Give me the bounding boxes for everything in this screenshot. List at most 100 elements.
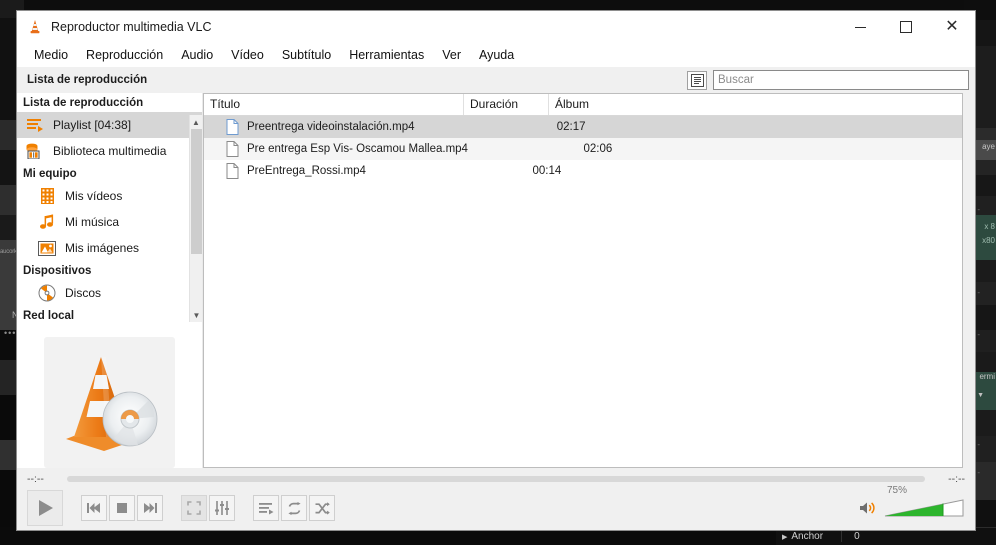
- sidebar-item-my-music-label: Mi música: [65, 215, 120, 229]
- playlist-panel: Título Duración Álbum Preentrega videoin…: [203, 93, 963, 468]
- background-right-label-2: x80: [982, 236, 995, 245]
- vlc-window: Reproductor multimedia VLC ✕ Medio Repro…: [16, 10, 976, 531]
- cell-title-text: Pre entrega Esp Vis- Oscamou Mallea.mp4: [247, 143, 468, 155]
- remaining-time: --:--: [948, 473, 965, 485]
- cell-title: Pre entrega Esp Vis- Oscamou Mallea.mp4: [204, 141, 577, 157]
- sidebar-group-my-computer: Mi equipo: [23, 168, 77, 180]
- background-right-dash-0: -: [977, 205, 980, 214]
- menu-item-ver[interactable]: Ver: [433, 45, 470, 65]
- chevron-down-icon[interactable]: ▼: [190, 308, 202, 322]
- minimize-button[interactable]: [837, 11, 883, 43]
- menu-item-subtitulo[interactable]: Subtítulo: [273, 45, 340, 65]
- film-strip-icon: [37, 186, 57, 206]
- sidebar-item-playlist[interactable]: Playlist [04:38]: [17, 112, 202, 138]
- background-caret-icon: ▼: [977, 392, 984, 399]
- cell-duration: 00:14: [532, 165, 562, 177]
- sidebar-item-playlist-label: Playlist [04:38]: [53, 118, 132, 132]
- maximize-button[interactable]: [883, 11, 929, 43]
- background-right-label-3: ermi: [979, 372, 995, 381]
- sidebar-item-my-music[interactable]: Mi música: [17, 209, 202, 235]
- vlc-cone-icon: [30, 20, 40, 34]
- previous-button[interactable]: [81, 495, 107, 521]
- table-row[interactable]: PreEntrega_Rossi.mp4 00:14: [204, 160, 962, 182]
- stop-icon: [117, 503, 127, 513]
- random-button[interactable]: [309, 495, 335, 521]
- window-body: Lista de reproducción Playlist [04:38] B…: [17, 93, 975, 468]
- volume-percent-label: 75%: [887, 485, 908, 496]
- play-button[interactable]: [27, 490, 63, 526]
- stop-button[interactable]: [109, 495, 135, 521]
- table-row[interactable]: Pre entrega Esp Vis- Oscamou Mallea.mp4 …: [204, 138, 962, 160]
- chevron-up-icon[interactable]: ▲: [190, 115, 202, 129]
- menu-item-medio[interactable]: Medio: [25, 45, 77, 65]
- table-row[interactable]: Preentrega videoinstalación.mp4 02:17: [204, 116, 962, 138]
- menu-item-video[interactable]: Vídeo: [222, 45, 273, 65]
- menu-item-reproduccion[interactable]: Reproducción: [77, 45, 172, 65]
- column-header-album[interactable]: Álbum: [549, 94, 962, 115]
- file-icon: [226, 141, 239, 157]
- sidebar-scrollbar-thumb[interactable]: [191, 129, 202, 254]
- search-input[interactable]: [713, 70, 969, 90]
- sidebar-item-discs-label: Discos: [65, 286, 102, 300]
- menu-item-herramientas[interactable]: Herramientas: [340, 45, 433, 65]
- shuffle-icon: [315, 501, 330, 515]
- sidebar-group-playlist: Lista de reproducción: [23, 97, 144, 109]
- volume-control[interactable]: 75%: [859, 485, 965, 518]
- menu-item-ayuda[interactable]: Ayuda: [470, 45, 523, 65]
- extended-settings-button[interactable]: [209, 495, 235, 521]
- background-anchor-value: 0: [841, 531, 860, 542]
- playlist-icon: [25, 115, 45, 135]
- sidebar-item-media-library[interactable]: Biblioteca multimedia: [17, 138, 202, 164]
- toggle-playlist-button[interactable]: [253, 495, 279, 521]
- column-header-title[interactable]: Título: [204, 94, 465, 115]
- background-right-dash-3: -: [977, 440, 980, 449]
- cell-duration: 02:17: [556, 121, 586, 133]
- next-icon: [144, 503, 157, 513]
- sidebar-group-devices: Dispositivos: [23, 265, 92, 277]
- sidebar-scrollbar[interactable]: ▲ ▼: [189, 115, 202, 322]
- sidebar: Lista de reproducción Playlist [04:38] B…: [17, 93, 203, 468]
- loop-icon: [287, 501, 301, 515]
- close-button[interactable]: ✕: [929, 11, 975, 43]
- background-left-dots: •••: [4, 328, 17, 338]
- music-note-icon: [37, 212, 57, 232]
- play-icon: [38, 500, 53, 516]
- equalizer-icon: [215, 501, 229, 515]
- cell-title-text: PreEntrega_Rossi.mp4: [247, 165, 366, 177]
- picture-icon: [37, 238, 57, 258]
- sidebar-item-my-pictures-label: Mis imágenes: [65, 241, 140, 255]
- file-icon: [226, 119, 239, 135]
- playlist-rows: Preentrega videoinstalación.mp4 02:17 Pr…: [204, 116, 962, 467]
- triangle-right-icon: ▶: [782, 533, 788, 541]
- playlist-toggle-icon: [258, 502, 273, 514]
- seek-row: --:-- --:--: [17, 468, 975, 490]
- player-controls: --:-- --:-- 75%: [17, 468, 975, 530]
- sidebar-item-my-videos[interactable]: Mis vídeos: [17, 183, 202, 209]
- file-icon: [226, 163, 239, 179]
- cell-title: PreEntrega_Rossi.mp4: [204, 163, 526, 179]
- sidebar-scroll-area: Lista de reproducción Playlist [04:38] B…: [17, 93, 202, 322]
- sidebar-item-discs[interactable]: Discos: [17, 280, 202, 306]
- previous-icon: [87, 503, 100, 513]
- elapsed-time: --:--: [27, 473, 44, 485]
- playlist-header-row: Título Duración Álbum: [204, 94, 962, 116]
- menu-bar: Medio Reproducción Audio Vídeo Subtítulo…: [17, 43, 975, 67]
- volume-slider[interactable]: [883, 498, 965, 518]
- window-title: Reproductor multimedia VLC: [51, 20, 212, 34]
- next-button[interactable]: [137, 495, 163, 521]
- panel-title: Lista de reproducción: [27, 74, 148, 86]
- menu-item-audio[interactable]: Audio: [172, 45, 222, 65]
- vlc-cone-artwork: [44, 337, 175, 468]
- loop-button[interactable]: [281, 495, 307, 521]
- disc-icon: [37, 283, 57, 303]
- background-right-label-1: x 8: [984, 222, 995, 231]
- sidebar-item-my-pictures[interactable]: Mis imágenes: [17, 235, 202, 261]
- background-right-dash-1: -: [977, 288, 980, 297]
- title-bar: Reproductor multimedia VLC ✕: [17, 11, 975, 43]
- fullscreen-button[interactable]: [181, 495, 207, 521]
- background-right-dash-2: -: [977, 330, 980, 339]
- list-view-icon[interactable]: [687, 70, 707, 90]
- seek-slider[interactable]: [67, 476, 925, 482]
- column-header-duration[interactable]: Duración: [464, 94, 550, 115]
- speaker-icon[interactable]: [859, 500, 877, 516]
